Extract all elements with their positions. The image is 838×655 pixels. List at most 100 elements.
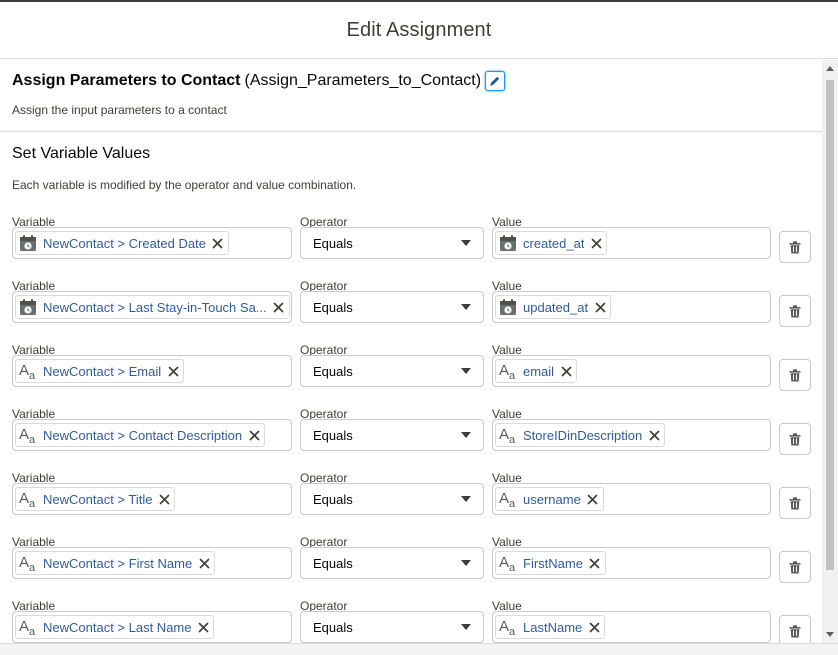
operator-value: Equals <box>313 235 353 251</box>
operator-select[interactable]: Equals <box>300 611 484 643</box>
operator-select[interactable]: Equals <box>300 227 484 259</box>
text-icon: Aa <box>18 553 38 573</box>
value-field[interactable]: Aa StoreIDinDescription <box>492 419 771 451</box>
variable-field[interactable]: NewContact > Created Date <box>12 227 292 259</box>
value-pill[interactable]: Aa email <box>495 359 578 383</box>
remove-variable-icon[interactable] <box>198 557 210 569</box>
calendar-icon <box>18 233 38 253</box>
modal-footer-edge <box>0 643 838 655</box>
value-pill[interactable]: Aa username <box>495 487 604 511</box>
delete-row-button[interactable] <box>779 231 811 263</box>
delete-row-button[interactable] <box>779 295 811 327</box>
variable-field[interactable]: NewContact > Last Stay-in-Touch Sa... <box>12 291 292 323</box>
scrollbar-thumb[interactable] <box>826 80 834 570</box>
svg-text:a: a <box>29 370 36 381</box>
delete-row-button[interactable] <box>779 487 811 519</box>
trash-icon <box>789 624 801 638</box>
remove-variable-icon[interactable] <box>248 429 260 441</box>
value-pill[interactable]: created_at <box>495 231 608 255</box>
operator-select[interactable]: Equals <box>300 355 484 387</box>
value-pill[interactable]: Aa LastName <box>495 615 606 639</box>
remove-variable-icon[interactable] <box>197 621 209 633</box>
trash-icon <box>789 368 801 382</box>
variable-pill-text: NewContact > Contact Description <box>43 427 243 443</box>
delete-row-button[interactable] <box>779 359 811 391</box>
variable-pill[interactable]: Aa NewContact > Title <box>15 487 176 511</box>
text-icon: Aa <box>498 553 518 573</box>
variable-field[interactable]: Aa NewContact > First Name <box>12 547 292 579</box>
trash-icon <box>789 560 801 574</box>
remove-variable-icon[interactable] <box>273 301 285 313</box>
svg-text:a: a <box>29 498 36 509</box>
modal-title: Edit Assignment <box>346 18 492 41</box>
text-icon: Aa <box>18 361 38 381</box>
remove-value-icon[interactable] <box>560 365 572 377</box>
svg-text:a: a <box>509 370 516 381</box>
assignment-row: Variable Operator Value NewContact > Create… <box>0 215 822 279</box>
text-icon: Aa <box>18 617 38 637</box>
variable-field[interactable]: Aa NewContact > Title <box>12 483 292 515</box>
divider <box>0 131 822 132</box>
svg-text:A: A <box>499 554 509 571</box>
calendar-icon <box>498 297 518 317</box>
remove-variable-icon[interactable] <box>212 237 224 249</box>
remove-value-icon[interactable] <box>590 237 602 249</box>
variable-pill-text: NewContact > Email <box>43 363 162 379</box>
variable-pill[interactable]: Aa NewContact > Last Name <box>15 615 215 639</box>
value-pill[interactable]: Aa FirstName <box>495 551 606 575</box>
remove-variable-icon[interactable] <box>167 365 179 377</box>
variable-pill[interactable]: Aa NewContact > Contact Description <box>15 423 266 447</box>
remove-value-icon[interactable] <box>648 429 660 441</box>
svg-text:A: A <box>499 618 509 635</box>
value-pill[interactable]: updated_at <box>495 295 612 319</box>
operator-value: Equals <box>313 619 353 635</box>
value-pill-text: FirstName <box>523 555 583 571</box>
svg-text:a: a <box>29 434 36 445</box>
value-field[interactable]: Aa LastName <box>492 611 771 643</box>
remove-value-icon[interactable] <box>588 621 600 633</box>
trash-icon <box>789 432 801 446</box>
variable-pill[interactable]: NewContact > Last Stay-in-Touch Sa... <box>15 295 290 319</box>
value-field[interactable]: created_at <box>492 227 771 259</box>
svg-text:a: a <box>509 498 516 509</box>
vertical-scrollbar[interactable] <box>822 60 838 643</box>
operator-select[interactable]: Equals <box>300 547 484 579</box>
value-field[interactable]: updated_at <box>492 291 771 323</box>
variable-field[interactable]: Aa NewContact > Email <box>12 355 292 387</box>
scroll-up-arrow-icon[interactable] <box>826 66 834 71</box>
value-field[interactable]: Aa email <box>492 355 771 387</box>
variable-field[interactable]: Aa NewContact > Contact Description <box>12 419 292 451</box>
variable-pill[interactable]: Aa NewContact > First Name <box>15 551 216 575</box>
section-title: Set Variable Values <box>12 145 151 162</box>
variable-pill-text: NewContact > First Name <box>43 555 193 571</box>
operator-select[interactable]: Equals <box>300 483 484 515</box>
modal-body: Assign Parameters to Contact (Assign_Par… <box>0 60 822 643</box>
element-label: Assign Parameters to Contact <box>12 72 241 89</box>
value-field[interactable]: Aa FirstName <box>492 547 771 579</box>
svg-text:A: A <box>499 362 509 379</box>
delete-row-button[interactable] <box>779 423 811 455</box>
remove-value-icon[interactable] <box>589 557 601 569</box>
remove-variable-icon[interactable] <box>158 493 170 505</box>
element-api-name: (Assign_Parameters_to_Contact) <box>244 72 482 89</box>
value-field[interactable]: Aa username <box>492 483 771 515</box>
variable-pill[interactable]: NewContact > Created Date <box>15 231 229 255</box>
delete-row-button[interactable] <box>779 615 811 643</box>
value-pill-text: LastName <box>523 619 583 635</box>
remove-value-icon[interactable] <box>594 301 606 313</box>
text-icon: Aa <box>498 361 518 381</box>
delete-row-button[interactable] <box>779 551 811 583</box>
operator-select[interactable]: Equals <box>300 419 484 451</box>
variable-pill[interactable]: Aa NewContact > Email <box>15 359 185 383</box>
scroll-down-arrow-icon[interactable] <box>826 632 834 637</box>
operator-select[interactable]: Equals <box>300 291 484 323</box>
value-pill[interactable]: Aa StoreIDinDescription <box>495 423 666 447</box>
remove-value-icon[interactable] <box>587 493 599 505</box>
pencil-icon <box>490 76 500 86</box>
svg-text:A: A <box>19 618 29 635</box>
operator-value: Equals <box>313 555 353 571</box>
variable-field[interactable]: Aa NewContact > Last Name <box>12 611 292 643</box>
edit-properties-button[interactable] <box>485 71 506 91</box>
chevron-down-icon <box>461 432 471 438</box>
variable-pill-text: NewContact > Last Stay-in-Touch Sa... <box>43 299 267 315</box>
